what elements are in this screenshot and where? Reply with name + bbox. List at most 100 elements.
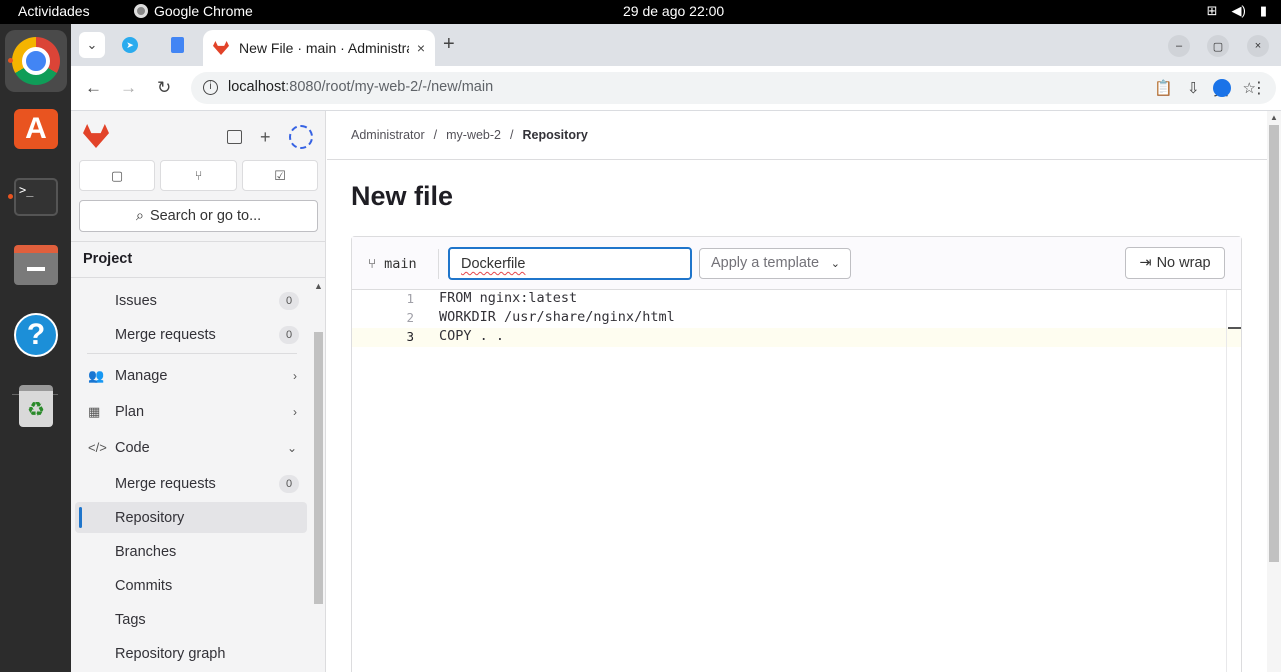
gitlab-logo-icon[interactable] — [83, 124, 109, 148]
reload-button[interactable]: ↻ — [157, 78, 171, 98]
dock-app-center[interactable]: A — [5, 98, 67, 160]
sidebar-item-label: Manage — [115, 367, 168, 384]
wrap-icon: ⇥ — [1139, 255, 1152, 271]
site-info-icon[interactable]: i — [203, 80, 218, 95]
issues-shortcut-button[interactable]: ▢ — [79, 160, 155, 191]
line-text: WORKDIR /usr/share/nginx/html — [439, 309, 675, 325]
merge-requests-shortcut-button[interactable]: ⑂ — [160, 160, 237, 191]
user-avatar-icon[interactable] — [288, 125, 313, 149]
tab-search-button[interactable]: ⌄ — [79, 32, 105, 58]
sidebar-item-issues[interactable]: Issues 0 — [75, 285, 307, 316]
running-indicator — [8, 58, 13, 63]
dock-trash[interactable]: ♻ — [5, 375, 67, 437]
sidebar-item-repository[interactable]: Repository — [75, 502, 307, 533]
forward-button[interactable]: → — [120, 78, 137, 98]
code-line-current[interactable]: 3 COPY . . — [352, 328, 1241, 347]
code-line[interactable]: 1 FROM nginx:latest — [352, 290, 1241, 309]
chevron-down-icon: ⌄ — [286, 440, 297, 455]
new-tab-button[interactable]: + — [443, 33, 455, 56]
divider — [87, 353, 297, 354]
sidebar-item-label: Plan — [115, 403, 145, 420]
code-line[interactable]: 2 WORKDIR /usr/share/nginx/html — [352, 309, 1241, 328]
sidebar-item-repository-graph[interactable]: Repository graph — [75, 638, 307, 669]
breadcrumb-item[interactable]: Administrator — [351, 128, 425, 142]
url-text[interactable]: localhost:8080/root/my-web-2/-/new/main — [228, 79, 493, 95]
close-window-button[interactable]: × — [1247, 35, 1269, 57]
no-wrap-label: No wrap — [1156, 255, 1211, 271]
clipboard-icon[interactable]: 📋 — [1154, 79, 1173, 100]
sidebar-item-code[interactable]: </> Code ⌄ — [75, 432, 307, 463]
minimize-button[interactable]: – — [1168, 35, 1190, 57]
users-icon: 👥 — [88, 367, 105, 383]
sidebar-item-label: Branches — [115, 543, 177, 560]
sidebar-item-plan[interactable]: ▦ Plan › — [75, 396, 307, 427]
clock[interactable]: 29 de ago 22:00 — [623, 3, 724, 19]
breadcrumb-separator: / — [510, 128, 514, 142]
dock-chrome[interactable] — [5, 30, 67, 92]
file-name-input[interactable]: Dockerfile — [448, 247, 692, 280]
divider — [71, 277, 325, 278]
terminal-icon: >_ — [14, 178, 58, 216]
chrome-icon — [134, 4, 148, 18]
dock-terminal[interactable]: >_ — [5, 166, 67, 228]
create-new-icon[interactable]: + — [260, 127, 271, 148]
system-tray[interactable]: ⊞ ◀) ▮ — [1207, 3, 1267, 19]
address-bar[interactable]: i localhost:8080/root/my-web-2/-/new/mai… — [191, 72, 1276, 104]
no-wrap-button[interactable]: ⇥ No wrap — [1125, 247, 1225, 279]
project-section-title: Project — [83, 251, 133, 267]
pinned-tab-telegram[interactable]: ➤ — [117, 32, 143, 58]
branch-indicator: ⑂ main — [368, 256, 417, 272]
apply-template-dropdown[interactable]: Apply a template ⌄ — [699, 248, 851, 279]
editor-scrollbar[interactable] — [1226, 290, 1227, 672]
scroll-up-arrow-icon[interactable]: ▲ — [314, 281, 323, 291]
search-label: Search or go to... — [149, 208, 262, 224]
sidebar-item-merge-requests[interactable]: Merge requests 0 — [75, 319, 307, 350]
trash-icon: ♻ — [19, 385, 53, 427]
line-number: 1 — [406, 291, 414, 306]
profile-avatar-icon[interactable] — [1213, 79, 1231, 97]
close-tab-icon[interactable]: × — [417, 40, 425, 56]
todo-shortcut-button[interactable]: ☑ — [242, 160, 318, 191]
app-menu[interactable]: Google Chrome — [134, 3, 253, 19]
page-scrollbar-thumb[interactable] — [1269, 125, 1279, 562]
search-button[interactable]: ⌕ Search or go to... — [79, 200, 318, 232]
sidebar-scrollbar[interactable] — [314, 332, 323, 604]
sidebar-item-label: Merge requests — [115, 326, 216, 343]
gitlab-favicon-icon — [213, 41, 229, 55]
maximize-button[interactable]: ▢ — [1207, 35, 1229, 57]
collapse-sidebar-icon[interactable] — [227, 130, 242, 144]
scroll-up-arrow-icon[interactable]: ▲ — [1270, 113, 1278, 122]
sidebar-item-tags[interactable]: Tags — [75, 604, 307, 635]
sidebar-item-commits[interactable]: Commits — [75, 570, 307, 601]
code-editor[interactable]: 1 FROM nginx:latest 2 WORKDIR /usr/share… — [352, 290, 1241, 672]
calendar-icon: ▦ — [88, 403, 101, 419]
pinned-tab-docs[interactable] — [164, 32, 190, 58]
activities-button[interactable]: Actividades — [18, 3, 90, 19]
cursor-position-marker — [1228, 327, 1241, 329]
breadcrumb-item[interactable]: Repository — [522, 128, 587, 142]
sidebar-item-label: Repository — [115, 509, 185, 526]
count-badge: 0 — [279, 474, 299, 493]
dock-files[interactable] — [5, 234, 67, 296]
dock-help[interactable]: ? — [5, 304, 67, 366]
breadcrumb-item[interactable]: my-web-2 — [446, 128, 501, 142]
chrome-icon — [12, 37, 60, 85]
sidebar-item-label: Commits — [115, 577, 173, 594]
back-button[interactable]: ← — [85, 78, 102, 98]
sidebar-item-code-merge-requests[interactable]: Merge requests 0 — [75, 468, 307, 499]
tab-gitlab-new-file[interactable]: New File · main · Administrator × — [203, 30, 435, 66]
volume-icon: ◀) — [1231, 3, 1246, 18]
dock: A >_ ? ♻ — [0, 24, 71, 672]
file-editor: ⑂ main Dockerfile Apply a template ⌄ ⇥ N… — [351, 236, 1242, 672]
install-app-icon[interactable]: ⇩ — [1187, 79, 1200, 100]
sidebar-item-label: Code — [115, 439, 150, 456]
sidebar-item-manage[interactable]: 👥 Manage › — [75, 360, 307, 391]
template-label: Apply a template — [711, 255, 820, 271]
chrome-menu-icon[interactable]: ⋮ — [1251, 78, 1267, 98]
telegram-icon: ➤ — [122, 37, 138, 53]
page-scrollbar[interactable]: ▲ — [1267, 111, 1281, 672]
todo-icon: ☑ — [274, 167, 286, 183]
docs-icon — [170, 37, 184, 53]
breadcrumb: Administrator / my-web-2 / Repository — [351, 128, 588, 142]
sidebar-item-branches[interactable]: Branches — [75, 536, 307, 567]
